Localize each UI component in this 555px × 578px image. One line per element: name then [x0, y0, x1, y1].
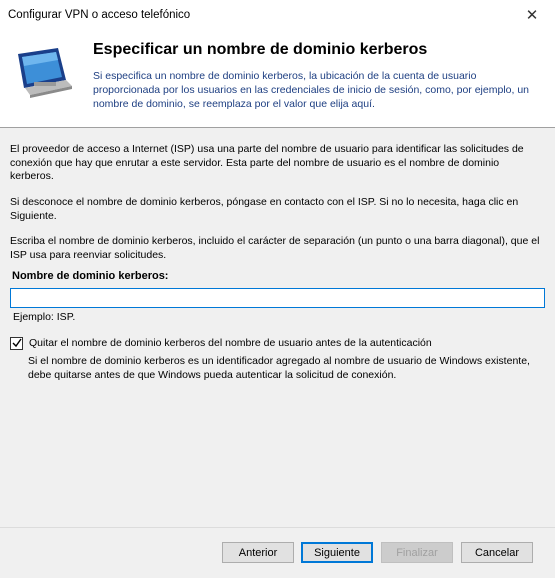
strip-realm-checkbox[interactable]	[10, 336, 23, 350]
strip-realm-label: Quitar el nombre de dominio kerberos del…	[29, 337, 432, 349]
finish-button[interactable]: Finalizar	[381, 542, 453, 563]
cancel-button[interactable]: Cancelar	[461, 542, 533, 563]
strip-realm-checkbox-row[interactable]: Quitar el nombre de dominio kerberos del…	[10, 336, 432, 350]
example-text: Ejemplo: ISP.	[13, 311, 76, 323]
page-description: Si especifica un nombre de dominio kerbe…	[93, 70, 530, 110]
wizard-body: El proveedor de acceso a Internet (ISP) …	[0, 131, 555, 526]
realm-name-input[interactable]	[10, 288, 545, 308]
contact-isp-text: Si desconoce el nombre de dominio kerber…	[10, 196, 519, 222]
realm-name-label: Nombre de dominio kerberos:	[12, 270, 169, 282]
enter-realm-instructions: Escriba el nombre de dominio kerberos, i…	[10, 235, 540, 261]
close-icon: ✕	[525, 7, 539, 24]
isp-explanation: El proveedor de acceso a Internet (ISP) …	[10, 143, 524, 182]
network-computer-icon	[18, 48, 72, 98]
close-button[interactable]: ✕	[509, 0, 555, 30]
next-button[interactable]: Siguiente	[301, 542, 373, 563]
strip-realm-description: Si el nombre de dominio kerberos es un i…	[28, 355, 530, 381]
checkmark-icon	[12, 338, 22, 348]
footer-divider	[0, 527, 555, 528]
page-title: Especificar un nombre de dominio kerbero…	[93, 41, 428, 58]
window-title: Configurar VPN o acceso telefónico	[8, 9, 191, 21]
back-button[interactable]: Anterior	[222, 542, 294, 563]
title-bar: Configurar VPN o acceso telefónico ✕	[0, 0, 555, 30]
wizard-header: Especificar un nombre de dominio kerbero…	[0, 30, 555, 128]
